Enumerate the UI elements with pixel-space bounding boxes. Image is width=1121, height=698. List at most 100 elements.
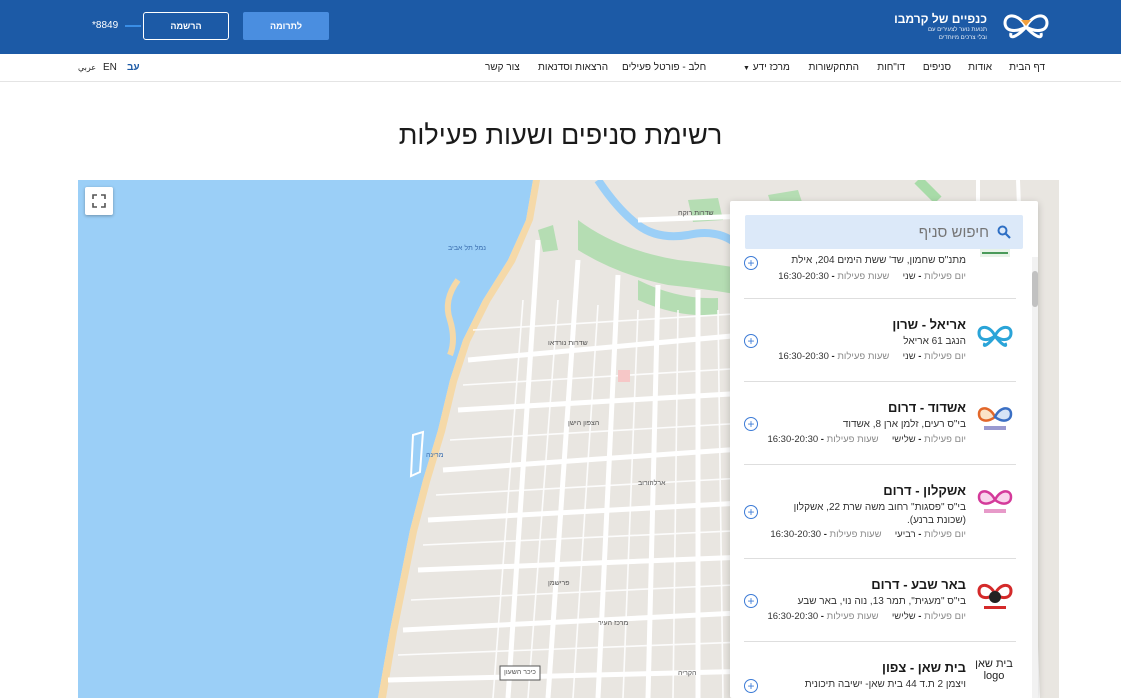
day-label: יום פעילות [924,351,966,362]
map-label-rokach: שדרות רוקח [678,210,714,217]
butterfly-logo-icon [1003,14,1049,39]
nav-item-branches[interactable]: סניפים [923,62,951,73]
logo-subtitle-2: ובלי צרכים מיוחדים [938,35,987,41]
branch-hours: יום פעילות - שלישי שעות פעילות - 16:30-2… [767,611,966,622]
branch-day: שלישי [891,611,916,622]
branch-time: 16:30-20:30 [778,271,829,282]
search-icon [997,225,1011,239]
branch-address: בי"ס "מעגית", תמר 13, נוה נוי, באר שבע [797,596,966,607]
search-input[interactable] [769,223,989,241]
phone-number[interactable]: *8849 [92,20,118,31]
expand-icon[interactable]: + [744,594,758,608]
branch-address: בי"ס רעים, זלמן ארן 8, אשדוד [842,419,966,430]
scrollbar-thumb[interactable] [1032,271,1038,307]
butterfly-logo-icon [977,490,1013,513]
map-label-port: נמל תל אביב [448,245,486,252]
register-button[interactable]: הרשמה [143,12,229,40]
logo-text: כנפיים של קרמבו תנועת נוער לצעירים עם וב… [894,12,987,42]
page-title: רשימת סניפים ושעות פעילות [398,120,723,150]
branch-time: 16:30-20:30 [767,434,819,445]
branch-address: מתנ"ס שחמון, שד' ששת הימים 204, אילת [791,255,966,266]
branch-hours: יום פעילות - שני שעות פעילות - 16:30-20:… [778,271,966,282]
branch-day: שני [902,351,916,362]
fullscreen-button[interactable] [85,187,113,215]
butterfly-logo-icon [977,583,1013,609]
nav-item-label: מרכז ידע [752,62,790,73]
branch-list-panel: מתנ"ס שחמון, שד' ששת הימים 204, אילת יום… [730,201,1038,698]
branch-day: שני [902,271,916,282]
time-label: שעות פעילות [829,529,882,540]
map-label-frishman: פרישמן [548,580,570,587]
list-item[interactable]: אשקלון - דרום בי"ס "פסגות" רחוב משה שרת … [744,465,1016,559]
day-label: יום פעילות [924,434,966,445]
butterfly-logo-icon [977,325,1013,347]
time-label: שעות פעילות [826,434,879,445]
day-label: יום פעילות [924,611,966,622]
branch-logo-icon [980,249,1010,257]
branch-search[interactable] [745,215,1023,249]
butterfly-logo-icon [977,407,1013,430]
chevron-down-icon: ▼ [743,65,750,72]
map-label-hatzafon: הצפון הישן [568,420,600,427]
logo-title: כנפיים של קרמבו [894,12,987,26]
branch-name: אריאל - שרון [892,317,966,332]
expand-icon[interactable]: + [744,505,758,519]
branch-address: ויצמן 2 ת.ד 44 בית שאן- ישיבה תיכונית [804,679,966,690]
lang-english[interactable]: EN [103,62,117,73]
branch-name: אשדוד - דרום [887,400,966,415]
branch-name: בית שאן - צפון [882,660,966,675]
nav-item-contact[interactable]: צור קשר [485,62,520,73]
map-label-clock-square: כיכר השעון [504,669,536,676]
nav-item-about[interactable]: אודות [968,62,992,73]
nav-item-volunteer-portal[interactable]: חלב - פורטל פעילים [622,62,706,73]
branch-address: הנגב 61 אריאל [903,336,966,347]
branch-day: רביעי [894,529,916,540]
nav-item-lectures[interactable]: הרצאות וסדנאות [538,62,608,73]
branch-logo-broken-image: בית שאן logo [975,658,1013,682]
map-label-kirya: הקריה [678,670,697,677]
time-label: שעות פעילות [826,611,879,622]
time-label: שעות פעילות [837,351,890,362]
list-item[interactable]: בית שאן logo בית שאן - צפון ויצמן 2 ת.ד … [744,642,1016,698]
list-item[interactable]: מתנ"ס שחמון, שד' ששת הימים 204, אילת יום… [744,249,1016,299]
day-label: יום פעילות [924,271,966,282]
branch-time: 16:30-20:30 [778,351,829,362]
expand-icon[interactable]: + [744,417,758,431]
expand-icon[interactable]: + [744,334,758,348]
branch-hours: יום פעילות - שלישי שעות פעילות - 16:30-2… [767,434,966,445]
lang-hebrew[interactable]: עב [127,62,140,73]
branch-hours: יום פעילות - שני שעות פעילות - 16:30-20:… [778,351,966,362]
list-item[interactable]: אריאל - שרון הנגב 61 אריאל יום פעילות - … [744,299,1016,382]
branch-address: בי"ס "פסגות" רחוב משה שרת 22, אשקלון (שכ… [793,502,966,526]
nav-item-knowledge-center[interactable]: ▼ מרכז ידע [740,62,790,73]
branch-day: שלישי [891,434,916,445]
branch-name: אשקלון - דרום [883,483,966,498]
nav-item-media[interactable]: התחקשורות [809,62,859,73]
nav-item-reports[interactable]: דו"חות [877,62,905,73]
map-label-nordau: שדרות נורדאו [548,340,588,347]
expand-icon[interactable]: + [744,679,758,693]
branch-time: 16:30-20:30 [770,529,822,540]
map-label-city-center: מרכז העיר [598,620,629,627]
list-item[interactable]: אשדוד - דרום בי"ס רעים, זלמן ארן 8, אשדו… [744,382,1016,465]
branch-time: 16:30-20:30 [767,611,819,622]
expand-icon[interactable]: + [744,256,758,270]
top-header: כנפיים של קרמבו תנועת נוער לצעירים עם וב… [0,0,1121,54]
list-item[interactable]: באר שבע - דרום בי"ס "מעגית", תמר 13, נוה… [744,559,1016,642]
map-label-arlozorov: ארלוזורוב [638,480,666,487]
map-label-marina: מרינה [426,452,444,459]
day-label: יום פעילות [924,529,966,540]
time-label: שעות פעילות [837,271,890,282]
lang-arabic[interactable]: عربي [78,63,96,72]
branch-hours: יום פעילות - רביעי שעות פעילות - 16:30-2… [770,529,966,540]
site-logo[interactable]: כנפיים של קרמבו תנועת נוער לצעירים עם וב… [894,8,1051,46]
fullscreen-icon [92,194,106,208]
branch-name: באר שבע - דרום [871,577,966,592]
nav-item-home[interactable]: דף הבית [1009,62,1045,73]
main-nav: דף הבית אודות סניפים דו"חות התחקשורות ▼ … [0,54,1121,82]
branch-list[interactable]: מתנ"ס שחמון, שד' ששת הימים 204, אילת יום… [730,249,1032,698]
donate-button[interactable]: לתרומה [243,12,329,40]
logo-subtitle-1: תנועת נוער לצעירים עם [927,27,987,33]
scrollbar-track[interactable] [1032,257,1038,698]
active-lang-indicator [125,25,141,27]
